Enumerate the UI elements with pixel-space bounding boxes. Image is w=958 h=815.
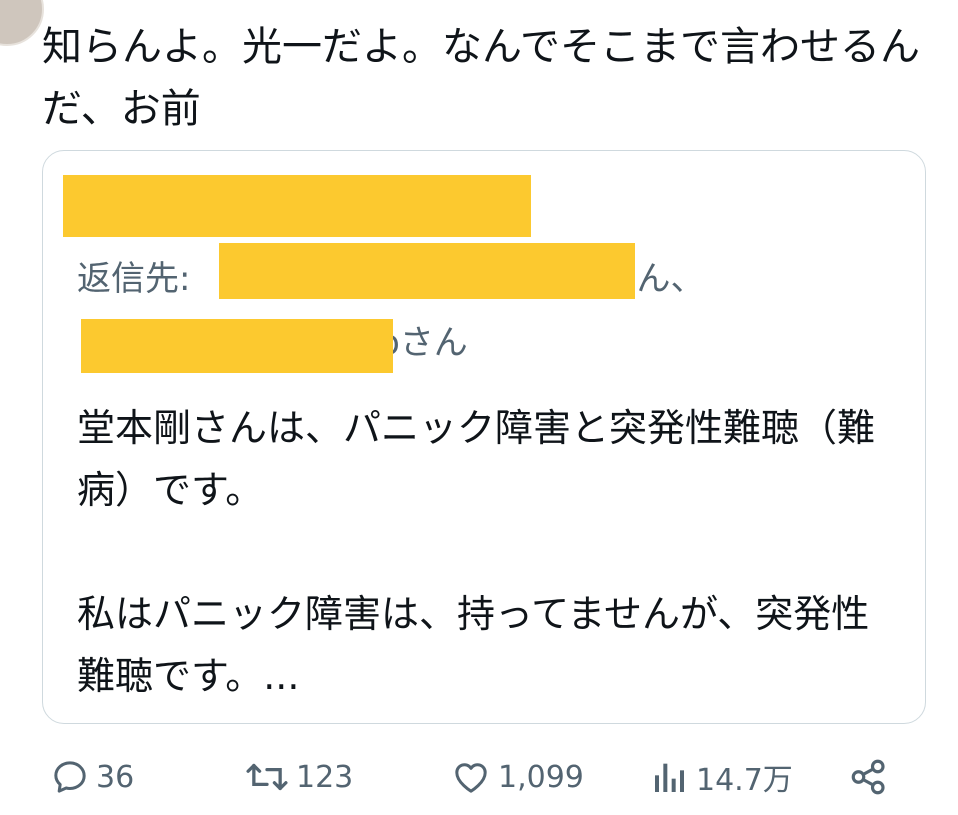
views-count: 14.7万 xyxy=(696,763,793,798)
views-button[interactable]: 14.7万 xyxy=(650,752,793,802)
reply-to-prefix: 返信先: xyxy=(77,259,191,299)
like-button[interactable]: 1,099 xyxy=(450,752,584,802)
quoted-body: 堂本剛さんは、パニック障害と突発性難聴（難病）です。 私はパニック障害は、持って… xyxy=(77,406,876,698)
redaction-author xyxy=(63,175,531,237)
author-name-cropped xyxy=(42,0,562,8)
reply-button[interactable]: 36 xyxy=(50,752,134,802)
quoted-tweet-card[interactable]: 日 返信先:さん、 oさん 堂本剛さんは、パニック障害と突発性難聴（難病）です。… xyxy=(42,150,926,724)
share-icon xyxy=(851,759,885,795)
tweet-text: 知らんよ。光一だよ。なんでそこまで言わせるんだ、お前 xyxy=(42,24,920,132)
action-bar: 36 123 1,099 14.7万 xyxy=(0,742,958,814)
reply-icon xyxy=(54,761,86,793)
redaction-handle-1 xyxy=(219,243,635,299)
retweet-button[interactable]: 123 xyxy=(244,752,353,802)
retweet-icon xyxy=(246,763,288,791)
author-avatar[interactable] xyxy=(0,0,44,46)
heart-icon xyxy=(455,763,487,793)
reply-count: 36 xyxy=(96,759,135,795)
views-icon xyxy=(655,763,684,792)
retweet-count: 123 xyxy=(296,759,354,795)
like-count: 1,099 xyxy=(498,759,584,795)
redaction-handle-2 xyxy=(81,319,393,373)
share-button[interactable] xyxy=(848,752,890,802)
